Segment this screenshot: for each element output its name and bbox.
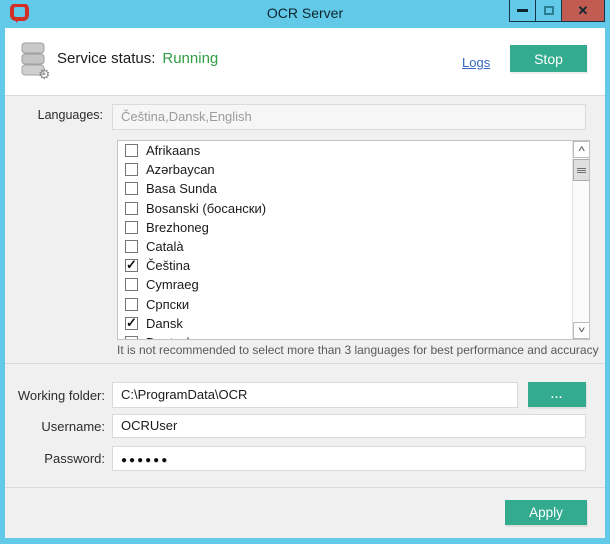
close-button[interactable]: ✕ (562, 0, 605, 22)
language-checkbox[interactable] (125, 259, 138, 272)
languages-summary-field[interactable]: Čeština,Dansk,English (112, 104, 586, 130)
language-list-item[interactable]: Српски (118, 295, 572, 314)
scrollbar-grip-icon (577, 167, 586, 174)
language-label: Bosanski (босански) (146, 201, 266, 216)
section-divider (5, 363, 605, 364)
chevron-up-icon: ˄ (578, 145, 585, 154)
service-status-value: Running (162, 50, 218, 67)
username-label: Username: (5, 419, 105, 434)
language-checkbox[interactable] (125, 240, 138, 253)
chevron-down-icon: ˅ (578, 326, 585, 335)
username-input[interactable]: OCRUser (112, 414, 586, 438)
scrollbar[interactable]: ˄ ˅ (572, 141, 589, 339)
language-list-item[interactable]: Català (118, 237, 572, 256)
language-label: Azərbaycan (146, 162, 215, 177)
section-divider (5, 487, 605, 488)
browse-button[interactable]: ... (528, 382, 586, 407)
language-list-item[interactable]: Čeština (118, 256, 572, 275)
language-list-item[interactable]: Cymraeg (118, 275, 572, 294)
language-label: Cymraeg (146, 277, 199, 292)
languages-listbox[interactable]: Afrikaans Azərbaycan Basa Sunda Bosanski (б… (117, 140, 590, 340)
languages-label: Languages: (5, 108, 103, 122)
minimize-icon (517, 9, 528, 12)
language-label: Afrikaans (146, 143, 200, 158)
language-label: Српски (146, 297, 189, 312)
language-checkbox[interactable] (125, 182, 138, 195)
minimize-button[interactable] (509, 0, 536, 22)
service-status-bar: ⚙ Service status: Running Logs Stop (5, 28, 605, 96)
language-checkbox[interactable] (125, 163, 138, 176)
stop-button[interactable]: Stop (510, 45, 587, 72)
language-checkbox[interactable] (125, 278, 138, 291)
language-list-item[interactable]: Azərbaycan (118, 160, 572, 179)
language-list-item[interactable]: Afrikaans (118, 141, 572, 160)
languages-list-viewport: Afrikaans Azərbaycan Basa Sunda Bosanski (б… (118, 141, 572, 339)
language-list-item[interactable]: Dansk (118, 314, 572, 333)
window-titlebar[interactable]: OCR Server ✕ (0, 0, 610, 28)
password-input[interactable]: ●●●●●● (112, 446, 586, 471)
language-checkbox[interactable] (125, 317, 138, 330)
language-checkbox[interactable] (125, 144, 138, 157)
password-label: Password: (5, 451, 105, 466)
logs-link[interactable]: Logs (462, 55, 490, 70)
language-label: Deutsch (146, 335, 194, 339)
working-folder-label: Working folder: (5, 388, 105, 403)
app-window: OCR Server ✕ ⚙ Service status: (0, 0, 610, 544)
language-list-item[interactable]: Bosanski (босански) (118, 199, 572, 218)
language-label: Català (146, 239, 184, 254)
scroll-down-button[interactable]: ˅ (573, 322, 590, 339)
maximize-button[interactable] (536, 0, 562, 22)
language-label: Dansk (146, 316, 183, 331)
working-folder-input[interactable]: C:\ProgramData\OCR (112, 382, 518, 408)
language-list-item[interactable]: Brezhoneg (118, 218, 572, 237)
language-checkbox[interactable] (125, 298, 138, 311)
languages-note: It is not recommended to select more tha… (117, 343, 590, 357)
language-label: Basa Sunda (146, 181, 217, 196)
maximize-icon (544, 6, 554, 15)
scroll-up-button[interactable]: ˄ (573, 141, 590, 158)
language-label: Brezhoneg (146, 220, 209, 235)
language-label: Čeština (146, 258, 190, 273)
window-content: ⚙ Service status: Running Logs Stop Lang… (5, 28, 605, 538)
language-checkbox[interactable] (125, 336, 138, 339)
language-list-item[interactable]: Deutsch (118, 333, 572, 339)
close-icon: ✕ (578, 4, 589, 17)
database-gear-icon: ⚙ (19, 42, 51, 80)
language-list-item[interactable]: Basa Sunda (118, 179, 572, 198)
svg-text:⚙: ⚙ (38, 66, 51, 80)
language-checkbox[interactable] (125, 202, 138, 215)
language-checkbox[interactable] (125, 221, 138, 234)
scrollbar-thumb[interactable] (573, 159, 590, 181)
service-status-label: Service status: (57, 50, 155, 67)
apply-button[interactable]: Apply (505, 500, 587, 525)
